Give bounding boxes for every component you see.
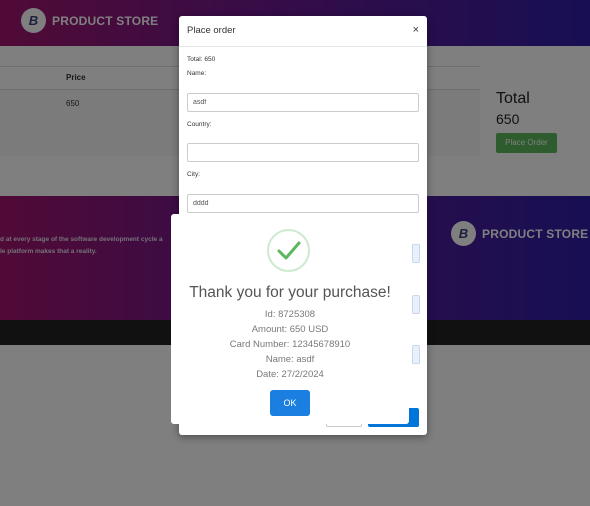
modal-title: Place order: [187, 25, 236, 36]
ok-button[interactable]: OK: [270, 390, 310, 416]
city-label: City:: [187, 171, 200, 178]
city-field[interactable]: [187, 194, 419, 213]
purchase-details: Id: 8725308 Amount: 650 USD Card Number:…: [171, 307, 409, 382]
credit-card-field[interactable]: [412, 244, 420, 263]
success-check-icon: [267, 229, 310, 272]
order-total-text: Total: 650: [187, 56, 216, 63]
order-date-text: Date: 27/2/2024: [256, 369, 324, 380]
modal-header: Place order ×: [179, 16, 427, 47]
year-field[interactable]: [412, 345, 420, 364]
name-label: Name:: [187, 70, 207, 77]
customer-name-text: Name: asdf: [265, 354, 315, 365]
check-mark-icon: [277, 241, 301, 260]
card-number-text: Card Number: 12345678910: [229, 339, 351, 350]
country-label: Country:: [187, 121, 212, 128]
month-field[interactable]: [412, 295, 420, 314]
order-id-text: Id: 8725308: [264, 309, 316, 320]
purchase-success-alert: Thank you for your purchase! Id: 8725308…: [171, 214, 409, 424]
country-field[interactable]: [187, 143, 419, 162]
order-amount-text: Amount: 650 USD: [251, 324, 329, 335]
name-field[interactable]: [187, 93, 419, 112]
close-icon[interactable]: ×: [413, 24, 419, 36]
alert-title: Thank you for your purchase!: [189, 284, 391, 301]
